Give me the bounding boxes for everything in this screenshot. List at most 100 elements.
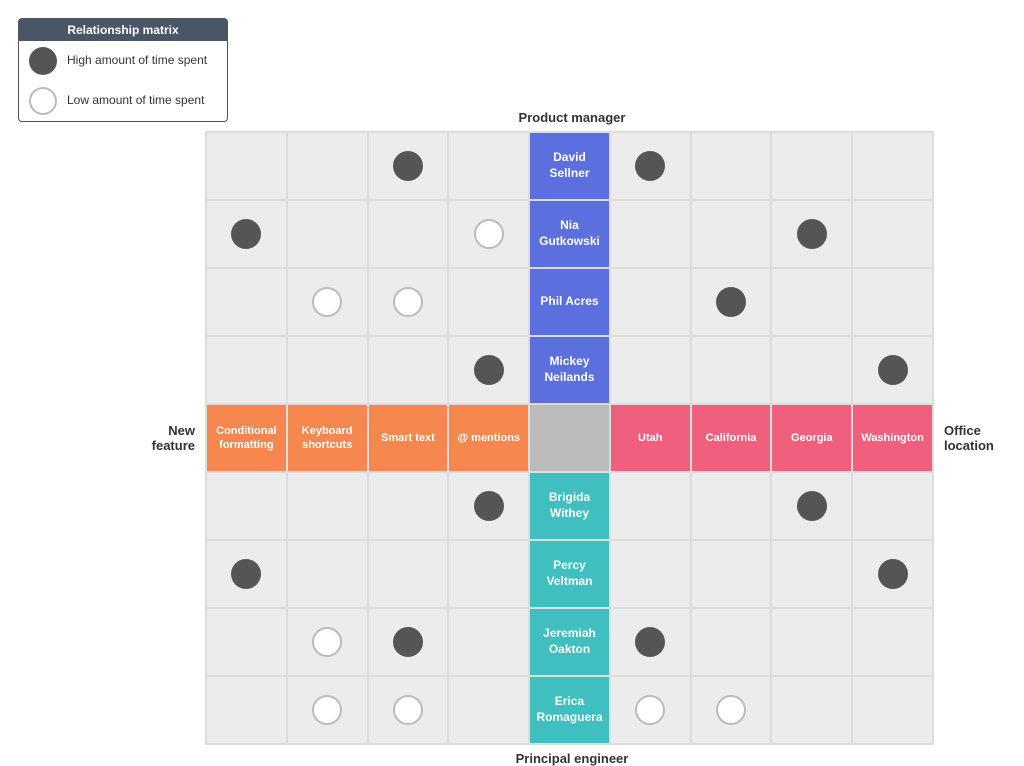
cell-r0-c3 [448, 132, 529, 200]
legend-box: Relationship matrix High amount of time … [18, 18, 228, 122]
cell-r3-c2 [368, 336, 449, 404]
cell-r5-c2 [368, 472, 449, 540]
filled-dot [878, 355, 908, 385]
filled-dot [635, 627, 665, 657]
cell-r2-c2 [368, 268, 449, 336]
high-amount-label: High amount of time spent [67, 53, 207, 69]
feature-cell: Smart text [368, 404, 449, 472]
cell-r8-c0 [206, 676, 287, 744]
matrix-container: Product manager New feature David Sellne… [130, 110, 1014, 725]
cell-r2-c6 [691, 268, 772, 336]
filled-dot [878, 559, 908, 589]
cell-r1-c3 [448, 200, 529, 268]
matrix-grid: David SellnerNia GutkowskiPhil AcresMick… [205, 131, 934, 745]
matrix-body: New feature David SellnerNia GutkowskiPh… [130, 131, 1014, 745]
cell-r8-c6 [691, 676, 772, 744]
cell-r7-c0 [206, 608, 287, 676]
cell-r7-c7 [771, 608, 852, 676]
cell-r8-c5 [610, 676, 691, 744]
cell-r2-c0 [206, 268, 287, 336]
cell-r5-c1 [287, 472, 368, 540]
cell-r8-c1 [287, 676, 368, 744]
cell-r4-c4 [529, 404, 610, 472]
cell-r1-c0 [206, 200, 287, 268]
cell-r6-c5 [610, 540, 691, 608]
filled-dot [474, 355, 504, 385]
cell-r2-c7 [771, 268, 852, 336]
feature-cell: Conditional formatting [206, 404, 287, 472]
pm-name-cell: Erica Romaguera [529, 676, 610, 744]
cell-r3-c1 [287, 336, 368, 404]
empty-dot [716, 695, 746, 725]
empty-dot [312, 695, 342, 725]
cell-r7-c6 [691, 608, 772, 676]
empty-dot [312, 627, 342, 657]
legend-item-high: High amount of time spent [19, 41, 227, 81]
cell-r0-c8 [852, 132, 933, 200]
pm-name-cell: Mickey Neilands [529, 336, 610, 404]
cell-r5-c7 [771, 472, 852, 540]
filled-dot [474, 491, 504, 521]
cell-r6-c3 [448, 540, 529, 608]
cell-r1-c2 [368, 200, 449, 268]
cell-r0-c5 [610, 132, 691, 200]
pm-name-cell: Jeremiah Oakton [529, 608, 610, 676]
filled-dot [716, 287, 746, 317]
cell-r7-c3 [448, 608, 529, 676]
cell-r8-c3 [448, 676, 529, 744]
high-amount-icon [29, 47, 57, 75]
cell-r3-c6 [691, 336, 772, 404]
cell-r7-c8 [852, 608, 933, 676]
cell-r2-c3 [448, 268, 529, 336]
cell-r6-c7 [771, 540, 852, 608]
office-cell: Georgia [771, 404, 852, 472]
empty-dot [474, 219, 504, 249]
office-cell: California [691, 404, 772, 472]
pm-name-cell: Percy Veltman [529, 540, 610, 608]
cell-r1-c8 [852, 200, 933, 268]
office-cell: Utah [610, 404, 691, 472]
cell-r1-c5 [610, 200, 691, 268]
cell-r7-c2 [368, 608, 449, 676]
cell-r0-c0 [206, 132, 287, 200]
cell-r2-c1 [287, 268, 368, 336]
cell-r0-c7 [771, 132, 852, 200]
cell-r1-c6 [691, 200, 772, 268]
cell-r3-c3 [448, 336, 529, 404]
cell-r5-c8 [852, 472, 933, 540]
cell-r6-c1 [287, 540, 368, 608]
cell-r1-c7 [771, 200, 852, 268]
feature-cell: @ mentions [448, 404, 529, 472]
cell-r3-c7 [771, 336, 852, 404]
cell-r5-c3 [448, 472, 529, 540]
feature-cell: Keyboard shortcuts [287, 404, 368, 472]
cell-r2-c8 [852, 268, 933, 336]
low-amount-label: Low amount of time spent [67, 93, 204, 109]
cell-r0-c2 [368, 132, 449, 200]
cell-r8-c2 [368, 676, 449, 744]
cell-r6-c6 [691, 540, 772, 608]
filled-dot [797, 219, 827, 249]
cell-r6-c2 [368, 540, 449, 608]
cell-r1-c1 [287, 200, 368, 268]
office-cell: Washington [852, 404, 933, 472]
pm-name-cell: Nia Gutkowski [529, 200, 610, 268]
cell-r8-c7 [771, 676, 852, 744]
cell-r3-c0 [206, 336, 287, 404]
axis-bottom-label: Principal engineer [130, 751, 1014, 766]
cell-r5-c0 [206, 472, 287, 540]
filled-dot [393, 151, 423, 181]
axis-top-label: Product manager [130, 110, 1014, 125]
cell-r7-c5 [610, 608, 691, 676]
filled-dot [393, 627, 423, 657]
pm-name-cell: Brigida Withey [529, 472, 610, 540]
cell-r6-c8 [852, 540, 933, 608]
filled-dot [231, 219, 261, 249]
pm-name-cell: Phil Acres [529, 268, 610, 336]
pm-name-cell: David Sellner [529, 132, 610, 200]
filled-dot [635, 151, 665, 181]
empty-dot [635, 695, 665, 725]
cell-r6-c0 [206, 540, 287, 608]
cell-r0-c1 [287, 132, 368, 200]
cell-r8-c8 [852, 676, 933, 744]
